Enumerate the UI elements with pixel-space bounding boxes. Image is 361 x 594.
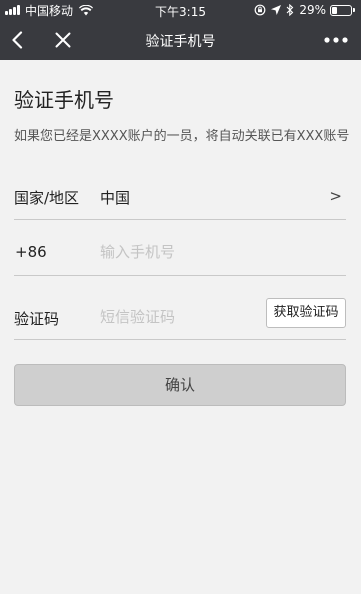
more-button[interactable] xyxy=(321,28,351,52)
more-icon xyxy=(324,37,348,43)
page-description: 如果您已经是XXXX账户的一员，将自动关联已有XXX账号 xyxy=(14,129,350,144)
confirm-button[interactable]: 确认 xyxy=(14,364,346,406)
page-title: 验证手机号 xyxy=(14,88,114,112)
location-icon xyxy=(271,5,282,15)
battery-fill xyxy=(332,6,338,14)
status-right: 29% xyxy=(249,3,355,17)
nav-bar: 验证手机号 xyxy=(0,20,361,60)
phone-prefix: +86 xyxy=(15,243,47,261)
code-row: 验证码 获取验证码 xyxy=(14,296,346,340)
region-value: 中国 xyxy=(100,189,131,207)
battery-icon xyxy=(330,4,355,16)
region-label: 国家/地区 xyxy=(14,189,80,207)
get-code-button[interactable]: 获取验证码 xyxy=(266,298,346,328)
phone-input[interactable] xyxy=(100,239,260,265)
chevron-right-icon: > xyxy=(329,187,342,205)
phone-row: +86 xyxy=(14,233,346,276)
battery-percent: 29% xyxy=(299,3,326,17)
code-input[interactable] xyxy=(100,304,260,330)
lock-rotation-icon xyxy=(254,4,266,16)
nav-title: 验证手机号 xyxy=(145,34,216,50)
region-row[interactable]: 国家/地区 中国 > xyxy=(14,177,346,220)
status-bar: 中国移动 下午3:15 29% xyxy=(0,0,361,20)
bluetooth-icon xyxy=(286,4,294,16)
code-label: 验证码 xyxy=(14,310,60,328)
